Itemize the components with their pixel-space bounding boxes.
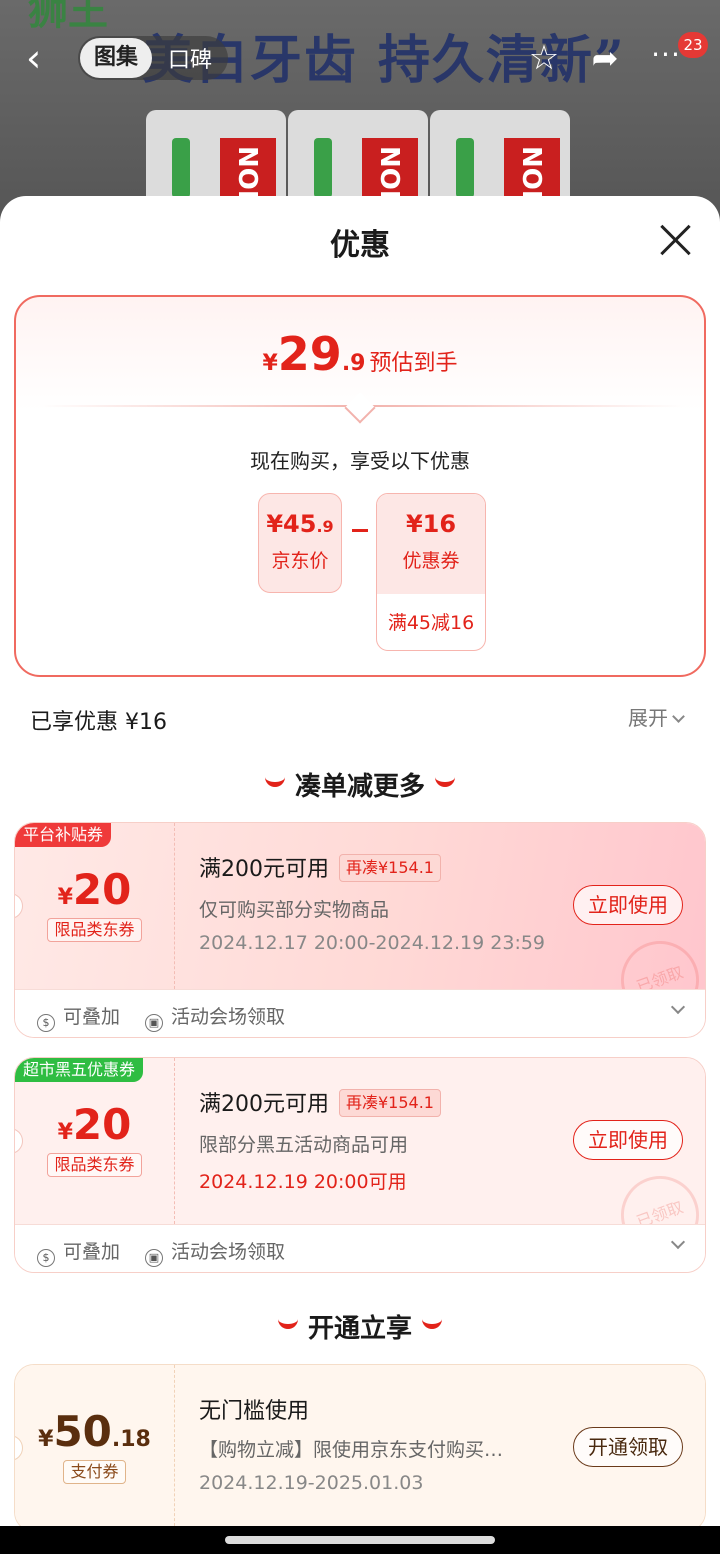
use-now-button[interactable]: 立即使用 <box>573 885 683 925</box>
coupon-card: 平台补贴券 ¥20 限品类东券 满200元可用 再凑¥154.1 仅可购买部分实物… <box>14 822 706 1038</box>
expand-button[interactable]: 展开 <box>628 702 685 731</box>
enjoyed-discount-total: 已享优惠 ¥16 <box>30 710 167 735</box>
coupon-tag: 平台补贴券 <box>15 823 112 847</box>
use-now-button[interactable]: 立即使用 <box>573 1120 683 1160</box>
smile-icon <box>264 777 285 787</box>
close-icon[interactable] <box>654 218 698 262</box>
coupon-deduction-box: ¥16 优惠券 满45减16 <box>376 493 486 651</box>
coupon-type: 限品类东券 <box>47 1153 142 1177</box>
coupon-amount-area: 平台补贴券 ¥20 限品类东券 <box>15 823 175 989</box>
system-home-bar <box>0 1526 720 1554</box>
smile-icon <box>435 777 455 787</box>
coupon-validity: 2024.12.19 20:00可用 <box>199 1171 407 1193</box>
stackable-icon: $ <box>37 1249 55 1267</box>
coupon-amount-area: 超市黑五优惠券 ¥20 限品类东券 <box>15 1058 175 1224</box>
venue-icon: ▣ <box>145 1014 163 1032</box>
coupon-description: 【购物立减】限使用京东支付购买… <box>199 1439 504 1461</box>
coupon-footer[interactable]: $ 可叠加 ▣ 活动会场领取 <box>15 1224 705 1272</box>
discount-sheet: 优惠 ¥29.9 预估到手 现在购买，享受以下优惠 ¥45.9 京东价 ¥16 优… <box>0 196 720 1526</box>
section-title-activate: 开通立享 <box>0 1308 720 1345</box>
minus-sign <box>352 529 368 532</box>
chevron-down-icon[interactable] <box>670 1234 686 1250</box>
divider-pointer <box>344 392 376 424</box>
tab-gallery[interactable]: 图集 <box>80 38 153 78</box>
activate-claim-button[interactable]: 开通领取 <box>573 1427 683 1467</box>
top-nav: ‹ 图集 口碑 ☆ ➦ ··· 23 <box>0 0 720 116</box>
amount-needed-badge: 再凑¥154.1 <box>339 854 441 882</box>
estimated-price: ¥29.9 预估到手 <box>262 327 458 381</box>
back-icon[interactable]: ‹ <box>26 38 62 78</box>
coupon-condition: 无门槛使用 <box>199 1399 310 1424</box>
coupon-tag: 超市黑五优惠券 <box>15 1058 144 1082</box>
home-indicator[interactable] <box>225 1536 495 1544</box>
coupon-description: 仅可购买部分实物商品 <box>199 899 390 921</box>
gallery-review-switch: 图集 口碑 <box>78 36 229 80</box>
coupon-amount-area: ¥50.18 支付券 <box>15 1365 175 1526</box>
smile-icon <box>422 1319 442 1329</box>
coupon-description: 限部分黑五活动商品可用 <box>199 1134 409 1156</box>
coupon-type: 限品类东券 <box>47 918 142 942</box>
smile-icon <box>277 1319 298 1329</box>
coupon-validity: 2024.12.19-2025.01.03 <box>199 1472 424 1494</box>
coupon-card: 超市黑五优惠券 ¥20 限品类东券 满200元可用 再凑¥154.1 限部分黑五活… <box>14 1057 706 1273</box>
coupon-card: ¥50.18 支付券 无门槛使用 【购物立减】限使用京东支付购买… 2024.1… <box>14 1364 706 1526</box>
sheet-title: 优惠 <box>330 228 390 263</box>
coupon-condition: 满200元可用 再凑¥154.1 <box>199 851 545 885</box>
chevron-down-icon[interactable] <box>670 999 686 1015</box>
coupon-condition: 满200元可用 再凑¥154.1 <box>199 1086 441 1120</box>
message-count-badge: 23 <box>678 32 708 58</box>
tab-reviews[interactable]: 口碑 <box>152 42 228 74</box>
chevron-down-icon <box>672 710 685 723</box>
estimated-price-card: ¥29.9 预估到手 现在购买，享受以下优惠 ¥45.9 京东价 ¥16 优惠券 … <box>14 295 706 677</box>
coupon-footer[interactable]: $ 可叠加 ▣ 活动会场领取 <box>15 989 705 1037</box>
stackable-icon: $ <box>37 1014 55 1032</box>
section-title-add-more: 凑单减更多 <box>0 766 720 803</box>
jd-price-box: ¥45.9 京东价 <box>258 493 342 593</box>
venue-icon: ▣ <box>145 1249 163 1267</box>
share-icon[interactable]: ➦ <box>585 38 625 78</box>
coupon-validity: 2024.12.17 20:00-2024.12.19 23:59 <box>199 932 546 954</box>
coupon-type: 支付券 <box>63 1460 126 1484</box>
buy-now-subtitle: 现在购买，享受以下优惠 <box>250 449 470 473</box>
favorite-star-icon[interactable]: ☆ <box>524 38 564 78</box>
amount-needed-badge: 再凑¥154.1 <box>339 1089 441 1117</box>
